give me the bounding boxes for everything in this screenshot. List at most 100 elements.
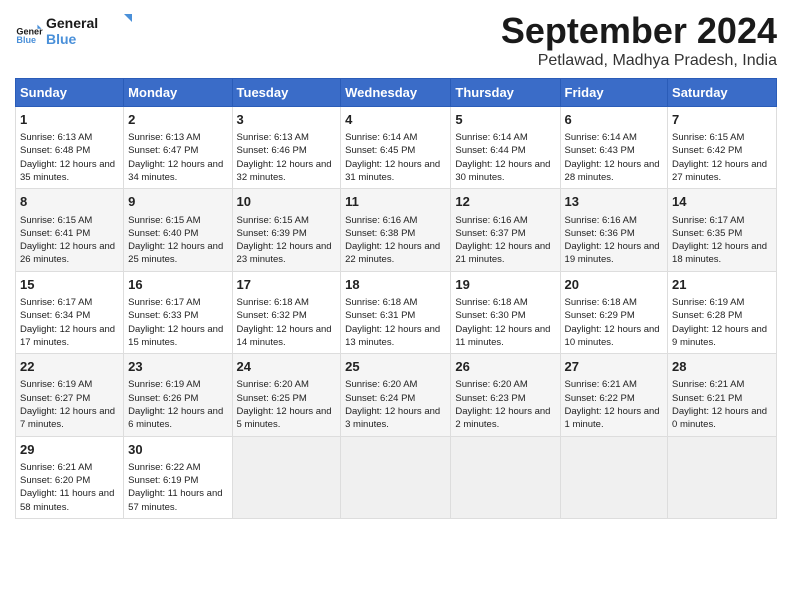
col-monday: Monday <box>124 79 232 107</box>
table-row <box>232 436 341 518</box>
logo-text: General Blue <box>46 10 136 55</box>
day-number: 11 <box>345 193 446 211</box>
sunset-text: Sunset: 6:21 PM <box>672 393 742 404</box>
day-number: 13 <box>565 193 664 211</box>
col-wednesday: Wednesday <box>341 79 451 107</box>
col-tuesday: Tuesday <box>232 79 341 107</box>
sunrise-text: Sunrise: 6:17 AM <box>128 297 200 308</box>
calendar-week-row: 29Sunrise: 6:21 AMSunset: 6:20 PMDayligh… <box>16 436 777 518</box>
daylight-text: Daylight: 12 hours and 19 minutes. <box>565 241 660 265</box>
calendar-table: Sunday Monday Tuesday Wednesday Thursday… <box>15 78 777 519</box>
table-row <box>341 436 451 518</box>
table-row: 29Sunrise: 6:21 AMSunset: 6:20 PMDayligh… <box>16 436 124 518</box>
sunrise-text: Sunrise: 6:15 AM <box>672 132 744 143</box>
daylight-text: Daylight: 12 hours and 9 minutes. <box>672 324 767 348</box>
sunrise-text: Sunrise: 6:13 AM <box>237 132 309 143</box>
col-friday: Friday <box>560 79 668 107</box>
sunset-text: Sunset: 6:36 PM <box>565 228 635 239</box>
sunset-text: Sunset: 6:23 PM <box>455 393 525 404</box>
sunset-text: Sunset: 6:33 PM <box>128 310 198 321</box>
daylight-text: Daylight: 12 hours and 15 minutes. <box>128 324 223 348</box>
svg-text:Blue: Blue <box>16 34 36 44</box>
sunrise-text: Sunrise: 6:20 AM <box>237 379 309 390</box>
daylight-text: Daylight: 12 hours and 13 minutes. <box>345 324 440 348</box>
calendar-week-row: 22Sunrise: 6:19 AMSunset: 6:27 PMDayligh… <box>16 354 777 436</box>
day-number: 1 <box>20 111 119 129</box>
page-container: General Blue General Blue September 2024… <box>0 0 792 529</box>
sunrise-text: Sunrise: 6:21 AM <box>20 462 92 473</box>
table-row: 14Sunrise: 6:17 AMSunset: 6:35 PMDayligh… <box>668 189 777 271</box>
table-row: 25Sunrise: 6:20 AMSunset: 6:24 PMDayligh… <box>341 354 451 436</box>
table-row: 21Sunrise: 6:19 AMSunset: 6:28 PMDayligh… <box>668 271 777 353</box>
table-row: 28 Sunrise: 6:21 AM Sunset: 6:21 PM Dayligh… <box>668 354 777 436</box>
sunrise-text: Sunrise: 6:18 AM <box>455 297 527 308</box>
sunset-text: Sunset: 6:31 PM <box>345 310 415 321</box>
sunset-text: Sunset: 6:29 PM <box>565 310 635 321</box>
sunrise-text: Sunrise: 6:22 AM <box>128 462 200 473</box>
daylight-text: Daylight: 12 hours and 28 minutes. <box>565 159 660 183</box>
daylight-text: Daylight: 12 hours and 5 minutes. <box>237 406 332 430</box>
day-number: 30 <box>128 441 227 459</box>
location: Petlawad, Madhya Pradesh, India <box>501 52 777 70</box>
daylight-text: Daylight: 12 hours and 34 minutes. <box>128 159 223 183</box>
table-row: 6Sunrise: 6:14 AMSunset: 6:43 PMDaylight… <box>560 107 668 189</box>
table-row: 2Sunrise: 6:13 AMSunset: 6:47 PMDaylight… <box>124 107 232 189</box>
sunrise-text: Sunrise: 6:17 AM <box>672 215 744 226</box>
sunrise-text: Sunrise: 6:21 AM <box>672 379 744 390</box>
day-number: 15 <box>20 276 119 294</box>
daylight-text: Daylight: 12 hours and 0 minutes. <box>672 406 767 430</box>
sunrise-text: Sunrise: 6:18 AM <box>345 297 417 308</box>
table-row: 15Sunrise: 6:17 AMSunset: 6:34 PMDayligh… <box>16 271 124 353</box>
day-number: 27 <box>565 358 664 376</box>
day-number: 16 <box>128 276 227 294</box>
table-row: 20Sunrise: 6:18 AMSunset: 6:29 PMDayligh… <box>560 271 668 353</box>
daylight-text: Daylight: 12 hours and 11 minutes. <box>455 324 550 348</box>
daylight-text: Daylight: 12 hours and 35 minutes. <box>20 159 115 183</box>
sunrise-text: Sunrise: 6:21 AM <box>565 379 637 390</box>
daylight-text: Daylight: 11 hours and 57 minutes. <box>128 488 222 512</box>
header-row: Sunday Monday Tuesday Wednesday Thursday… <box>16 79 777 107</box>
sunset-text: Sunset: 6:47 PM <box>128 145 198 156</box>
table-row: 3Sunrise: 6:13 AMSunset: 6:46 PMDaylight… <box>232 107 341 189</box>
sunset-text: Sunset: 6:37 PM <box>455 228 525 239</box>
sunset-text: Sunset: 6:19 PM <box>128 475 198 486</box>
sunrise-text: Sunrise: 6:19 AM <box>672 297 744 308</box>
day-number: 12 <box>455 193 555 211</box>
daylight-text: Daylight: 12 hours and 21 minutes. <box>455 241 550 265</box>
table-row: 12Sunrise: 6:16 AMSunset: 6:37 PMDayligh… <box>451 189 560 271</box>
table-row: 1Sunrise: 6:13 AMSunset: 6:48 PMDaylight… <box>16 107 124 189</box>
table-row: 10Sunrise: 6:15 AMSunset: 6:39 PMDayligh… <box>232 189 341 271</box>
sunset-text: Sunset: 6:42 PM <box>672 145 742 156</box>
sunset-text: Sunset: 6:41 PM <box>20 228 90 239</box>
day-number: 21 <box>672 276 772 294</box>
day-number: 10 <box>237 193 337 211</box>
daylight-text: Daylight: 12 hours and 30 minutes. <box>455 159 550 183</box>
col-thursday: Thursday <box>451 79 560 107</box>
day-number: 22 <box>20 358 119 376</box>
day-number: 8 <box>20 193 119 211</box>
sunrise-text: Sunrise: 6:20 AM <box>455 379 527 390</box>
table-row: 13Sunrise: 6:16 AMSunset: 6:36 PMDayligh… <box>560 189 668 271</box>
day-number: 23 <box>128 358 227 376</box>
table-row <box>560 436 668 518</box>
table-row <box>451 436 560 518</box>
table-row: 8Sunrise: 6:15 AMSunset: 6:41 PMDaylight… <box>16 189 124 271</box>
day-number: 24 <box>237 358 337 376</box>
table-row: 26Sunrise: 6:20 AMSunset: 6:23 PMDayligh… <box>451 354 560 436</box>
day-number: 28 <box>672 358 772 376</box>
daylight-text: Daylight: 12 hours and 17 minutes. <box>20 324 115 348</box>
daylight-text: Daylight: 12 hours and 31 minutes. <box>345 159 440 183</box>
day-number: 4 <box>345 111 446 129</box>
table-row: 7Sunrise: 6:15 AMSunset: 6:42 PMDaylight… <box>668 107 777 189</box>
sunrise-text: Sunrise: 6:15 AM <box>20 215 92 226</box>
daylight-text: Daylight: 12 hours and 10 minutes. <box>565 324 660 348</box>
day-number: 9 <box>128 193 227 211</box>
sunrise-text: Sunrise: 6:19 AM <box>20 379 92 390</box>
sunset-text: Sunset: 6:46 PM <box>237 145 307 156</box>
sunrise-text: Sunrise: 6:14 AM <box>565 132 637 143</box>
daylight-text: Daylight: 12 hours and 23 minutes. <box>237 241 332 265</box>
sunrise-text: Sunrise: 6:13 AM <box>20 132 92 143</box>
top-row: General Blue General Blue September 2024… <box>15 10 777 70</box>
sunrise-text: Sunrise: 6:17 AM <box>20 297 92 308</box>
day-number: 14 <box>672 193 772 211</box>
